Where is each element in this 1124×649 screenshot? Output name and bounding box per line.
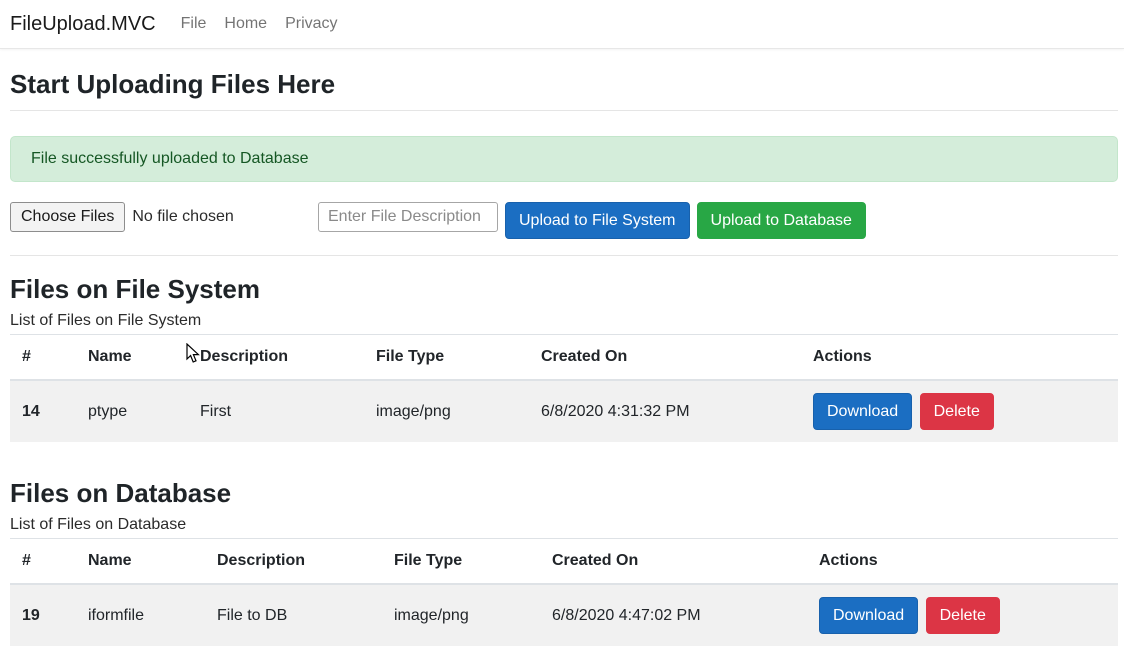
navbar: FileUpload.MVC File Home Privacy	[0, 0, 1124, 49]
cell-actions: Download Delete	[801, 380, 1118, 442]
column-header-description: Description	[205, 539, 382, 585]
column-header-actions: Actions	[807, 539, 1118, 585]
title-divider	[10, 110, 1118, 111]
file-input[interactable]: Choose Files No file chosen	[10, 202, 308, 232]
cell-file-type: image/png	[364, 380, 529, 442]
navbar-menu: File Home Privacy	[172, 7, 347, 41]
column-header-name: Name	[76, 539, 205, 585]
upload-to-database-button[interactable]: Upload to Database	[697, 202, 866, 239]
page-title: Start Uploading Files Here	[10, 69, 1118, 100]
cell-name: iformfile	[76, 584, 205, 646]
file-system-section-subtitle: List of Files on File System	[10, 312, 1118, 330]
column-header-created-on: Created On	[529, 335, 801, 381]
download-button[interactable]: Download	[813, 393, 912, 430]
download-button[interactable]: Download	[819, 597, 918, 634]
column-header-file-type: File Type	[364, 335, 529, 381]
table-header-row: # Name Description File Type Created On …	[10, 539, 1118, 585]
file-system-section: Files on File System List of Files on Fi…	[10, 274, 1118, 442]
no-file-chosen-label: No file chosen	[132, 208, 233, 226]
cell-created-on: 6/8/2020 4:31:32 PM	[529, 380, 801, 442]
column-header-description: Description	[188, 335, 364, 381]
upload-to-file-system-button[interactable]: Upload to File System	[505, 202, 690, 239]
file-description-input[interactable]	[318, 202, 498, 232]
table-row: 14 ptype First image/png 6/8/2020 4:31:3…	[10, 380, 1118, 442]
column-header-name: Name	[76, 335, 188, 381]
nav-link-home[interactable]: Home	[215, 7, 276, 41]
choose-files-button[interactable]: Choose Files	[10, 202, 125, 232]
delete-button[interactable]: Delete	[920, 393, 994, 430]
table-header-row: # Name Description File Type Created On …	[10, 335, 1118, 381]
success-alert: File successfully uploaded to Database	[10, 136, 1118, 182]
delete-button[interactable]: Delete	[926, 597, 1000, 634]
column-header-index: #	[10, 539, 76, 585]
cell-created-on: 6/8/2020 4:47:02 PM	[540, 584, 807, 646]
column-header-index: #	[10, 335, 76, 381]
cell-id: 14	[10, 380, 76, 442]
column-header-file-type: File Type	[382, 539, 540, 585]
column-header-created-on: Created On	[540, 539, 807, 585]
success-alert-message: File successfully uploaded to Database	[31, 150, 309, 168]
cell-name: ptype	[76, 380, 188, 442]
database-section-title: Files on Database	[10, 478, 1118, 509]
file-system-table: # Name Description File Type Created On …	[10, 334, 1118, 442]
upload-controls: Choose Files No file chosen Upload to Fi…	[10, 202, 1118, 239]
nav-link-file[interactable]: File	[172, 7, 216, 41]
cell-actions: Download Delete	[807, 584, 1118, 646]
cell-description: File to DB	[205, 584, 382, 646]
column-header-actions: Actions	[801, 335, 1118, 381]
cell-file-type: image/png	[382, 584, 540, 646]
file-system-section-title: Files on File System	[10, 274, 1118, 305]
cell-description: First	[188, 380, 364, 442]
nav-link-privacy[interactable]: Privacy	[276, 7, 346, 41]
database-section: Files on Database List of Files on Datab…	[10, 478, 1118, 646]
main-content: Start Uploading Files Here File successf…	[0, 49, 1124, 646]
controls-divider	[10, 255, 1118, 256]
cell-id: 19	[10, 584, 76, 646]
database-section-subtitle: List of Files on Database	[10, 516, 1118, 534]
navbar-brand[interactable]: FileUpload.MVC	[10, 13, 156, 36]
table-row: 19 iformfile File to DB image/png 6/8/20…	[10, 584, 1118, 646]
database-table: # Name Description File Type Created On …	[10, 538, 1118, 646]
